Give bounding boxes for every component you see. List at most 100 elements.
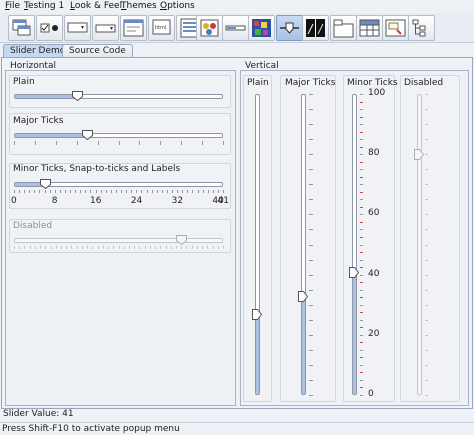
h-minor-tick — [156, 190, 158, 193]
color-chooser-demo-button[interactable] — [64, 15, 91, 41]
h-disabled-tick — [102, 246, 104, 249]
h-major-tick — [55, 141, 57, 145]
h-major-slider-track[interactable] — [14, 133, 223, 138]
h-disabled-tick — [217, 246, 219, 249]
v-disabled-tick — [425, 244, 428, 246]
menu-testing[interactable]: Testing 1 — [24, 1, 64, 11]
h-minor-slider-thumb[interactable] — [39, 179, 51, 189]
h-minor-tick — [54, 190, 56, 193]
h-minor-tick — [85, 190, 87, 193]
v-minor-tick — [360, 297, 363, 299]
v-minor-slider-track[interactable] — [352, 94, 357, 395]
v-minor-tick — [360, 312, 363, 314]
v-minor-tick — [360, 372, 363, 374]
v-minor-tick — [360, 304, 363, 306]
scroll-pane-demo-button[interactable] — [248, 15, 275, 41]
menu-themes[interactable]: Themes — [121, 1, 157, 11]
v-minor-label: Minor Ticks — [347, 78, 398, 88]
h-disabled-tick — [155, 246, 157, 249]
color-chooser-demo-icon — [67, 22, 88, 33]
h-minor-tick — [146, 190, 148, 193]
h-minor-tick-label: 41 — [217, 196, 229, 206]
h-disabled-tick — [81, 246, 83, 249]
h-minor-tick-label: 8 — [51, 196, 58, 206]
v-minor-tick — [360, 116, 363, 118]
v-plain-slider-thumb[interactable] — [252, 308, 262, 320]
h-minor-tick — [172, 190, 174, 193]
html-demo-button[interactable]: html — [148, 15, 175, 41]
v-disabled-tick — [425, 289, 428, 291]
h-minor-tick — [197, 190, 199, 193]
v-major-tick — [309, 319, 313, 321]
split-pane-demo-button[interactable] — [302, 15, 329, 41]
button-demo-button[interactable] — [36, 15, 63, 41]
file-chooser-demo-button[interactable] — [120, 15, 147, 41]
svg-text:html: html — [155, 25, 166, 31]
v-minor-slider-thumb[interactable] — [349, 266, 359, 278]
h-major-tick — [202, 141, 204, 145]
v-minor-tick — [360, 101, 363, 103]
h-plain-slider-panel — [9, 75, 231, 108]
tooltip-demo-button[interactable] — [382, 15, 409, 41]
h-minor-tick — [161, 190, 163, 193]
h-disabled-tick — [24, 246, 26, 249]
v-minor-tick — [360, 146, 363, 148]
option-pane-demo-button[interactable] — [196, 15, 223, 41]
menu-file[interactable]: File — [5, 1, 20, 11]
v-minor-tick — [360, 199, 363, 201]
v-minor-slider-fill — [353, 271, 356, 394]
html-demo-icon: html — [152, 19, 171, 35]
v-disabled-tick — [425, 334, 428, 336]
tab-source-code[interactable]: Source Code — [62, 44, 133, 58]
combobox-demo-icon — [95, 24, 116, 33]
v-major-slider-thumb[interactable] — [298, 290, 308, 302]
v-minor-tick — [360, 327, 363, 329]
h-disabled-tick — [55, 246, 57, 249]
v-minor-tick-label: 0 — [368, 389, 374, 399]
v-minor-tick — [360, 379, 363, 381]
v-major-slider-track[interactable] — [301, 94, 306, 395]
tabbed-pane-demo-button[interactable] — [330, 15, 357, 41]
h-disabled-tick — [71, 246, 73, 249]
v-plain-slider-track[interactable] — [255, 94, 260, 395]
v-minor-tick — [360, 94, 363, 95]
v-major-tick — [309, 139, 313, 141]
h-minor-tick — [151, 190, 153, 193]
h-disabled-tick — [40, 246, 42, 249]
v-minor-tick — [360, 214, 363, 216]
h-minor-tick — [59, 190, 61, 193]
v-major-slider-panel — [280, 75, 336, 402]
v-major-tick — [309, 184, 313, 186]
h-major-slider-thumb[interactable] — [82, 130, 94, 140]
internal-frame-demo-icon — [12, 19, 31, 36]
menu-options[interactable]: Options — [160, 1, 195, 11]
h-minor-tick — [64, 190, 66, 193]
v-minor-tick — [360, 357, 363, 359]
h-minor-tick — [75, 190, 77, 193]
h-plain-slider-thumb[interactable] — [71, 91, 83, 101]
h-major-tick — [34, 141, 36, 145]
internal-frame-demo-button[interactable] — [8, 15, 35, 41]
h-minor-tick — [110, 190, 112, 193]
tooltip-demo-icon — [385, 19, 406, 37]
combobox-demo-button[interactable] — [92, 15, 119, 41]
h-major-tick — [97, 141, 99, 145]
progress-bar-demo-button[interactable] — [222, 15, 249, 41]
h-minor-tick-label: 0 — [11, 196, 17, 206]
menu-look-and-feel[interactable]: Look & Feel — [70, 1, 122, 11]
h-plain-slider-track[interactable] — [14, 94, 223, 99]
v-minor-tick — [360, 289, 363, 291]
slider-demo-button[interactable] — [276, 15, 303, 41]
h-disabled-label: Disabled — [13, 221, 53, 231]
h-major-tick — [223, 141, 224, 145]
h-disabled-slider-track — [14, 238, 223, 243]
tree-demo-button[interactable] — [408, 15, 435, 41]
v-plain-slider-fill — [256, 313, 259, 394]
v-major-tick — [309, 259, 313, 261]
h-disabled-tick — [108, 246, 110, 249]
h-disabled-tick — [97, 246, 99, 249]
v-major-tick — [309, 349, 313, 351]
v-major-tick — [309, 379, 313, 381]
h-minor-tick — [141, 190, 143, 193]
table-demo-button[interactable] — [356, 15, 383, 41]
